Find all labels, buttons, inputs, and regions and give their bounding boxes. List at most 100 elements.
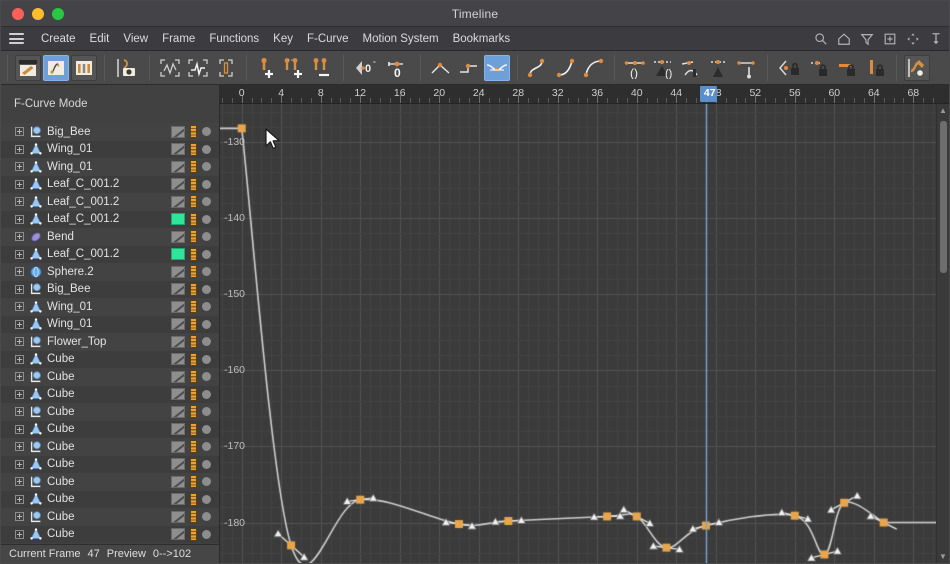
object-row[interactable]: Wing_01 — [1, 298, 219, 316]
enable-toggle-dot[interactable] — [202, 319, 211, 329]
object-row[interactable]: Leaf_C_001.2 — [1, 193, 219, 211]
frame-value-range-button[interactable] — [213, 55, 239, 81]
expand-toggle-icon[interactable] — [15, 127, 24, 137]
track-strip-icon[interactable] — [190, 492, 197, 506]
menu-motion-system[interactable]: Motion System — [356, 31, 446, 47]
filter-icon[interactable] — [860, 32, 874, 46]
enable-toggle-dot[interactable] — [202, 389, 211, 399]
enable-toggle-dot[interactable] — [202, 529, 211, 539]
menu-functions[interactable]: Functions — [202, 31, 266, 47]
expand-toggle-icon[interactable] — [15, 179, 24, 189]
expand-toggle-icon[interactable] — [15, 424, 24, 434]
enable-toggle-dot[interactable] — [202, 407, 211, 417]
object-row[interactable]: Wing_01 — [1, 158, 219, 176]
track-strip-icon[interactable] — [190, 457, 197, 471]
enable-toggle-dot[interactable] — [202, 214, 211, 224]
track-strip-icon[interactable] — [190, 265, 197, 279]
track-strip-icon[interactable] — [190, 300, 197, 314]
scroll-down-arrow[interactable]: ▼ — [937, 550, 950, 563]
curve-color-swatch[interactable] — [171, 370, 185, 383]
object-row[interactable]: Cube — [1, 420, 219, 438]
fcurve-plot[interactable] — [220, 104, 938, 563]
enable-toggle-dot[interactable] — [202, 197, 211, 207]
enable-toggle-dot[interactable] — [202, 459, 211, 469]
track-strip-icon[interactable] — [190, 370, 197, 384]
fcurve-snapshot-button[interactable] — [904, 54, 930, 81]
clamp-tangent-button[interactable]: () — [650, 55, 676, 81]
menu-fcurve[interactable]: F-Curve — [300, 31, 356, 47]
expand-toggle-icon[interactable] — [15, 459, 24, 469]
expand-toggle-icon[interactable] — [15, 407, 24, 417]
expand-toggle-icon[interactable] — [15, 354, 24, 364]
weight-tangent-button[interactable] — [678, 55, 704, 81]
vertical-scrollbar[interactable]: ▲ ▼ — [936, 104, 949, 563]
expand-toggle-icon[interactable] — [15, 337, 24, 347]
duplicate-key-button[interactable] — [282, 55, 308, 81]
enable-toggle-dot[interactable] — [202, 477, 211, 487]
track-strip-icon[interactable] — [190, 422, 197, 436]
move-icon[interactable] — [906, 32, 920, 46]
close-button[interactable] — [12, 7, 24, 20]
enable-toggle-dot[interactable] — [202, 337, 211, 347]
enable-toggle-dot[interactable] — [202, 354, 211, 364]
expand-toggle-icon[interactable] — [15, 249, 24, 259]
curve-color-swatch[interactable] — [171, 440, 185, 453]
object-row[interactable]: Wing_01 — [1, 140, 219, 158]
track-strip-icon[interactable] — [190, 475, 197, 489]
track-strip-icon[interactable] — [190, 282, 197, 296]
spline-interpolation-button[interactable] — [484, 54, 510, 81]
expand-toggle-icon[interactable] — [15, 372, 24, 382]
step-interpolation-button[interactable] — [456, 55, 482, 81]
object-row[interactable]: Cube — [1, 350, 219, 368]
rotation-zero-button[interactable]: 0 ° — [351, 55, 381, 81]
menu-edit[interactable]: Edit — [83, 31, 117, 47]
expand-toggle-icon[interactable] — [15, 442, 24, 452]
track-strip-icon[interactable] — [190, 125, 197, 139]
menu-frame[interactable]: Frame — [155, 31, 202, 47]
object-row[interactable]: Cube — [1, 473, 219, 491]
lock-keyframe-button[interactable] — [807, 55, 833, 81]
enable-toggle-dot[interactable] — [202, 232, 211, 242]
expand-toggle-icon[interactable] — [15, 302, 24, 312]
track-strip-icon[interactable] — [190, 317, 197, 331]
expand-toggle-icon[interactable] — [15, 494, 24, 504]
menu-create[interactable]: Create — [34, 31, 83, 47]
enable-toggle-dot[interactable] — [202, 302, 211, 312]
curve-color-swatch[interactable] — [171, 265, 185, 278]
track-strip-icon[interactable] — [190, 230, 197, 244]
lock-value-button[interactable] — [835, 55, 861, 81]
curve-color-swatch[interactable] — [171, 160, 185, 173]
object-row[interactable]: Cube — [1, 403, 219, 421]
object-row[interactable]: Cube — [1, 438, 219, 456]
curve-color-swatch[interactable] — [171, 213, 185, 226]
object-row[interactable]: Cube — [1, 455, 219, 473]
enable-toggle-dot[interactable] — [202, 284, 211, 294]
expand-toggle-icon[interactable] — [15, 144, 24, 154]
object-row[interactable]: Cube — [1, 490, 219, 508]
curve-color-swatch[interactable] — [171, 283, 185, 296]
lock-time-button[interactable] — [863, 55, 889, 81]
curve-color-swatch[interactable] — [171, 405, 185, 418]
curve-color-swatch[interactable] — [171, 423, 185, 436]
track-strip-icon[interactable] — [190, 527, 197, 541]
object-row[interactable]: Cube — [1, 525, 219, 543]
linear-interpolation-button[interactable] — [428, 55, 454, 81]
track-strip-icon[interactable] — [190, 440, 197, 454]
expand-toggle-icon[interactable] — [15, 319, 24, 329]
expand-toggle-icon[interactable] — [15, 477, 24, 487]
object-row[interactable]: Big_Bee — [1, 280, 219, 298]
curve-color-swatch[interactable] — [171, 230, 185, 243]
frame-all-button[interactable] — [157, 55, 183, 81]
enable-toggle-dot[interactable] — [202, 512, 211, 522]
track-strip-icon[interactable] — [190, 142, 197, 156]
menu-icon[interactable] — [9, 33, 24, 44]
curve-color-swatch[interactable] — [171, 388, 185, 401]
value-zero-button[interactable]: 0 — [383, 55, 413, 81]
track-strip-icon[interactable] — [190, 247, 197, 261]
fcurve-mode-button[interactable] — [43, 54, 69, 81]
expand-toggle-icon[interactable] — [15, 267, 24, 277]
frame-selected-button[interactable] — [185, 55, 211, 81]
curve-color-swatch[interactable] — [171, 510, 185, 523]
curve-color-swatch[interactable] — [171, 528, 185, 541]
track-strip-icon[interactable] — [190, 160, 197, 174]
